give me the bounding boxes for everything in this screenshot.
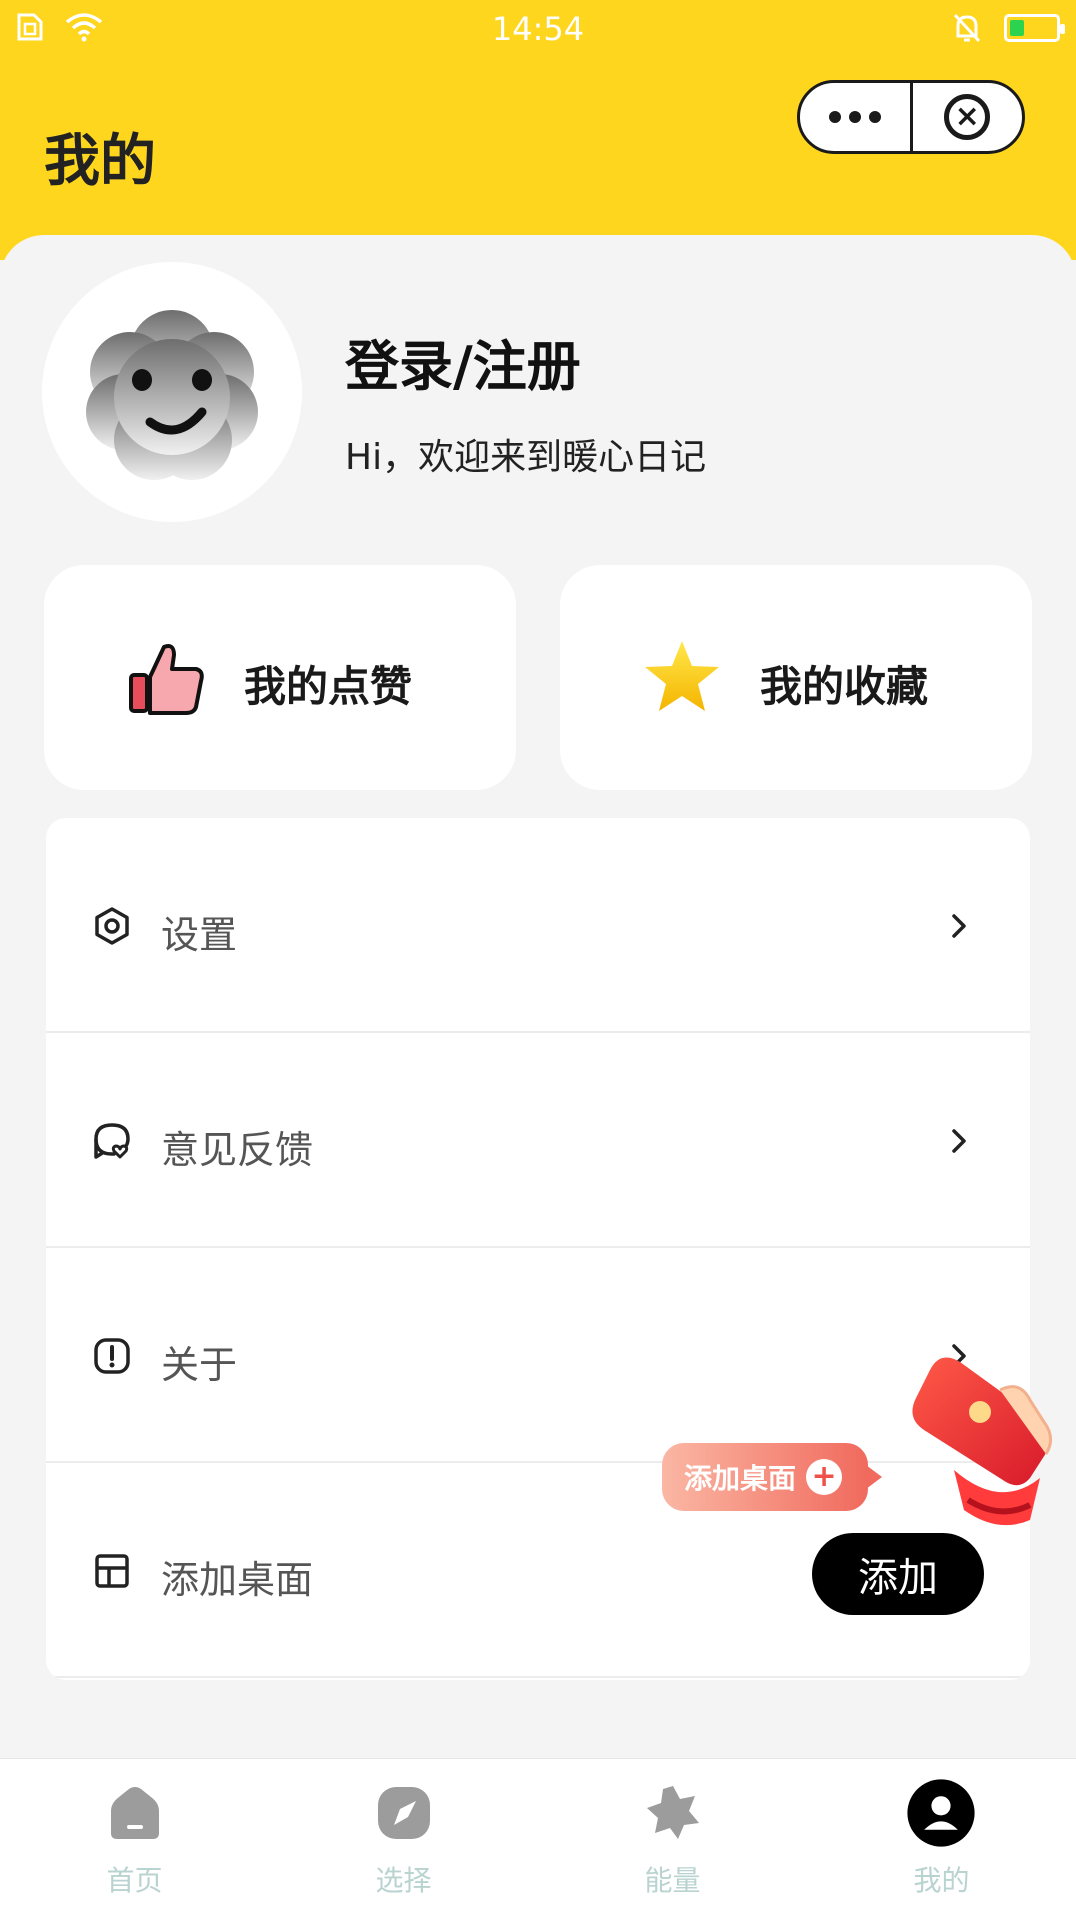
menu-item-settings[interactable]: 设置 [46, 818, 1030, 1033]
tab-bar: 首页 选择 能量 我的 [0, 1758, 1076, 1916]
menu-item-label: 设置 [161, 913, 238, 957]
tab-label: 选择 [375, 1864, 432, 1897]
plus-icon: + [806, 1459, 843, 1495]
page-title: 我的 [44, 129, 156, 194]
desktop-grid-icon [95, 1554, 129, 1588]
tab-home[interactable]: 首页 [0, 1759, 269, 1916]
star-burst-icon [647, 1786, 699, 1839]
login-register-link[interactable]: 登录/注册 [345, 322, 581, 401]
status-time: 14:54 [491, 10, 585, 48]
user-icon [907, 1779, 975, 1847]
home-icon [111, 1787, 159, 1839]
add-button[interactable]: 添加 [812, 1533, 984, 1615]
avatar[interactable] [42, 262, 302, 522]
tab-label: 能量 [644, 1864, 701, 1897]
tab-label: 首页 [106, 1864, 163, 1897]
menu-item-label: 关于 [161, 1343, 238, 1387]
info-exclamation-icon [94, 1338, 130, 1374]
tab-mine[interactable]: 我的 [807, 1759, 1076, 1916]
close-button[interactable]: × [913, 83, 1023, 151]
mini-program-capsule: × [797, 80, 1025, 154]
my-likes-card[interactable]: 我的点赞 [44, 565, 516, 790]
my-favorites-card[interactable]: 我的收藏 [560, 565, 1032, 790]
menu-item-feedback[interactable]: 意见反馈 [46, 1033, 1030, 1248]
tab-select[interactable]: 选择 [269, 1759, 538, 1916]
more-button[interactable] [800, 83, 910, 151]
chevron-right-icon [952, 914, 966, 938]
menu-item-label: 添加桌面 [161, 1558, 314, 1602]
tab-energy[interactable]: 能量 [538, 1759, 807, 1916]
tab-label: 我的 [913, 1864, 970, 1897]
add-desktop-promo-bubble[interactable]: 添加桌面 + [662, 1443, 882, 1511]
menu-item-label: 意见反馈 [161, 1128, 314, 1172]
red-envelope-hand-icon [912, 1357, 1052, 1526]
status-bar: 14:54 [0, 0, 1076, 58]
close-icon: × [944, 94, 991, 140]
promo-label: 添加桌面 [684, 1462, 797, 1495]
welcome-text: Hi，欢迎来到暖心日记 [345, 437, 707, 478]
star-icon [645, 641, 719, 711]
thumbs-up-icon [129, 644, 204, 715]
my-likes-label: 我的点赞 [244, 662, 413, 711]
settings-hexagon-icon [95, 907, 129, 945]
bell-off-icon [953, 13, 981, 43]
smiley-cloud-icon [86, 310, 258, 480]
my-favorites-label: 我的收藏 [760, 662, 929, 711]
chevron-right-icon [952, 1129, 966, 1153]
more-dots-icon [828, 111, 881, 123]
compass-icon [378, 1787, 430, 1839]
battery-icon [1004, 14, 1065, 42]
feedback-bubble-icon [94, 1123, 130, 1159]
